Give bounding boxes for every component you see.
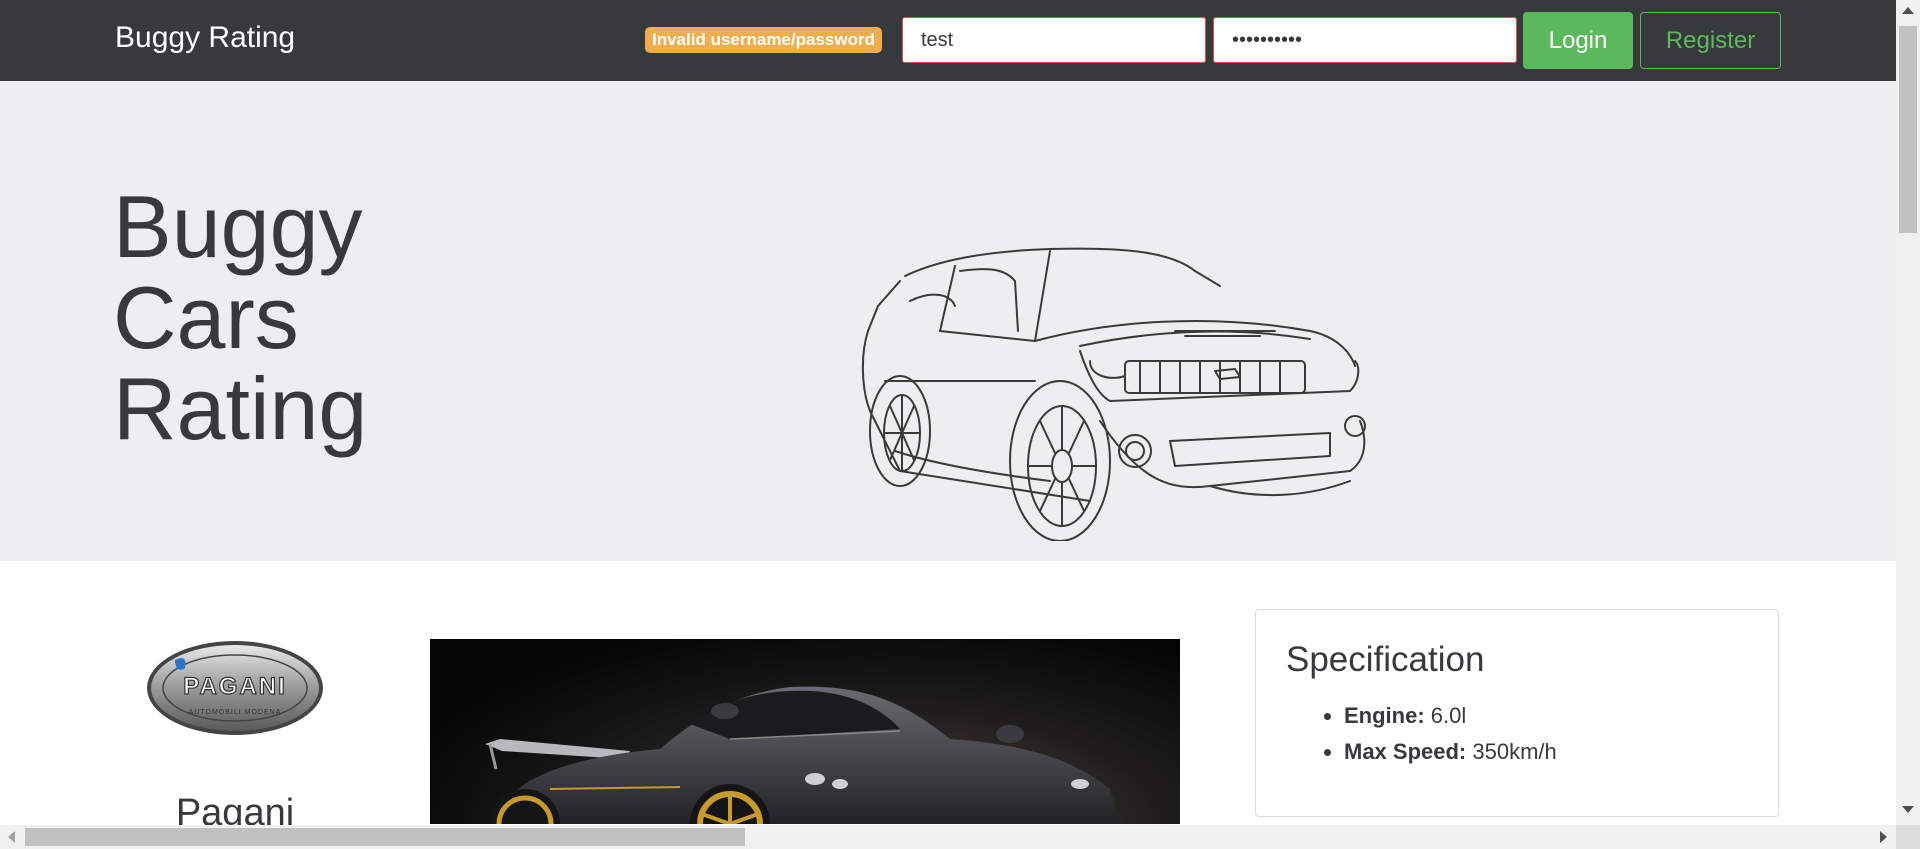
login-button[interactable]: Login	[1523, 12, 1633, 69]
vertical-scrollbar[interactable]	[1896, 0, 1920, 825]
spec-label: Engine:	[1344, 703, 1425, 728]
hero-title-line: Rating	[113, 359, 368, 458]
logo-text: PAGANI	[183, 673, 287, 700]
hero-title-line: Cars	[113, 268, 299, 367]
login-error-badge: Invalid username/password	[645, 27, 882, 53]
navbar: Buggy Rating Invalid username/password L…	[0, 0, 1896, 81]
specification-title: Specification	[1286, 640, 1485, 679]
supercar-image	[485, 686, 1120, 824]
specification-card: Specification Engine: 6.0l Max Speed: 35…	[1255, 609, 1779, 817]
spec-value: 6.0l	[1430, 703, 1467, 728]
username-input[interactable]	[902, 17, 1206, 63]
hero-banner: Buggy Cars Rating	[0, 81, 1896, 561]
horizontal-scrollbar[interactable]	[0, 825, 1896, 849]
brand-link[interactable]: Buggy Rating	[115, 21, 295, 55]
scroll-down-icon[interactable]	[1902, 806, 1914, 813]
spec-label: Max Speed:	[1344, 739, 1467, 764]
hero-title: Buggy Cars Rating	[113, 181, 413, 454]
spec-value: 350km/h	[1472, 739, 1557, 764]
vertical-scroll-thumb[interactable]	[1899, 26, 1917, 233]
specification-list: Engine: 6.0l Max Speed: 350km/h	[1316, 698, 1557, 770]
password-input[interactable]	[1213, 17, 1517, 63]
spec-item-max-speed: Max Speed: 350km/h	[1344, 734, 1557, 770]
spec-item-engine: Engine: 6.0l	[1344, 698, 1557, 734]
hero-title-line: Buggy	[113, 177, 363, 276]
pagani-logo[interactable]: PAGANI AUTOMOBILI MODENA	[145, 638, 325, 738]
register-button[interactable]: Register	[1640, 12, 1781, 69]
horizontal-scroll-thumb[interactable]	[25, 828, 745, 846]
scroll-up-icon[interactable]	[1902, 7, 1914, 14]
scroll-left-icon[interactable]	[8, 831, 15, 843]
car-sketch-icon	[861, 247, 1366, 541]
scrollbar-corner	[1896, 825, 1920, 849]
model-photo[interactable]	[430, 639, 1180, 824]
scroll-right-icon[interactable]	[1880, 831, 1887, 843]
logo-subtext: AUTOMOBILI MODENA	[189, 709, 282, 716]
